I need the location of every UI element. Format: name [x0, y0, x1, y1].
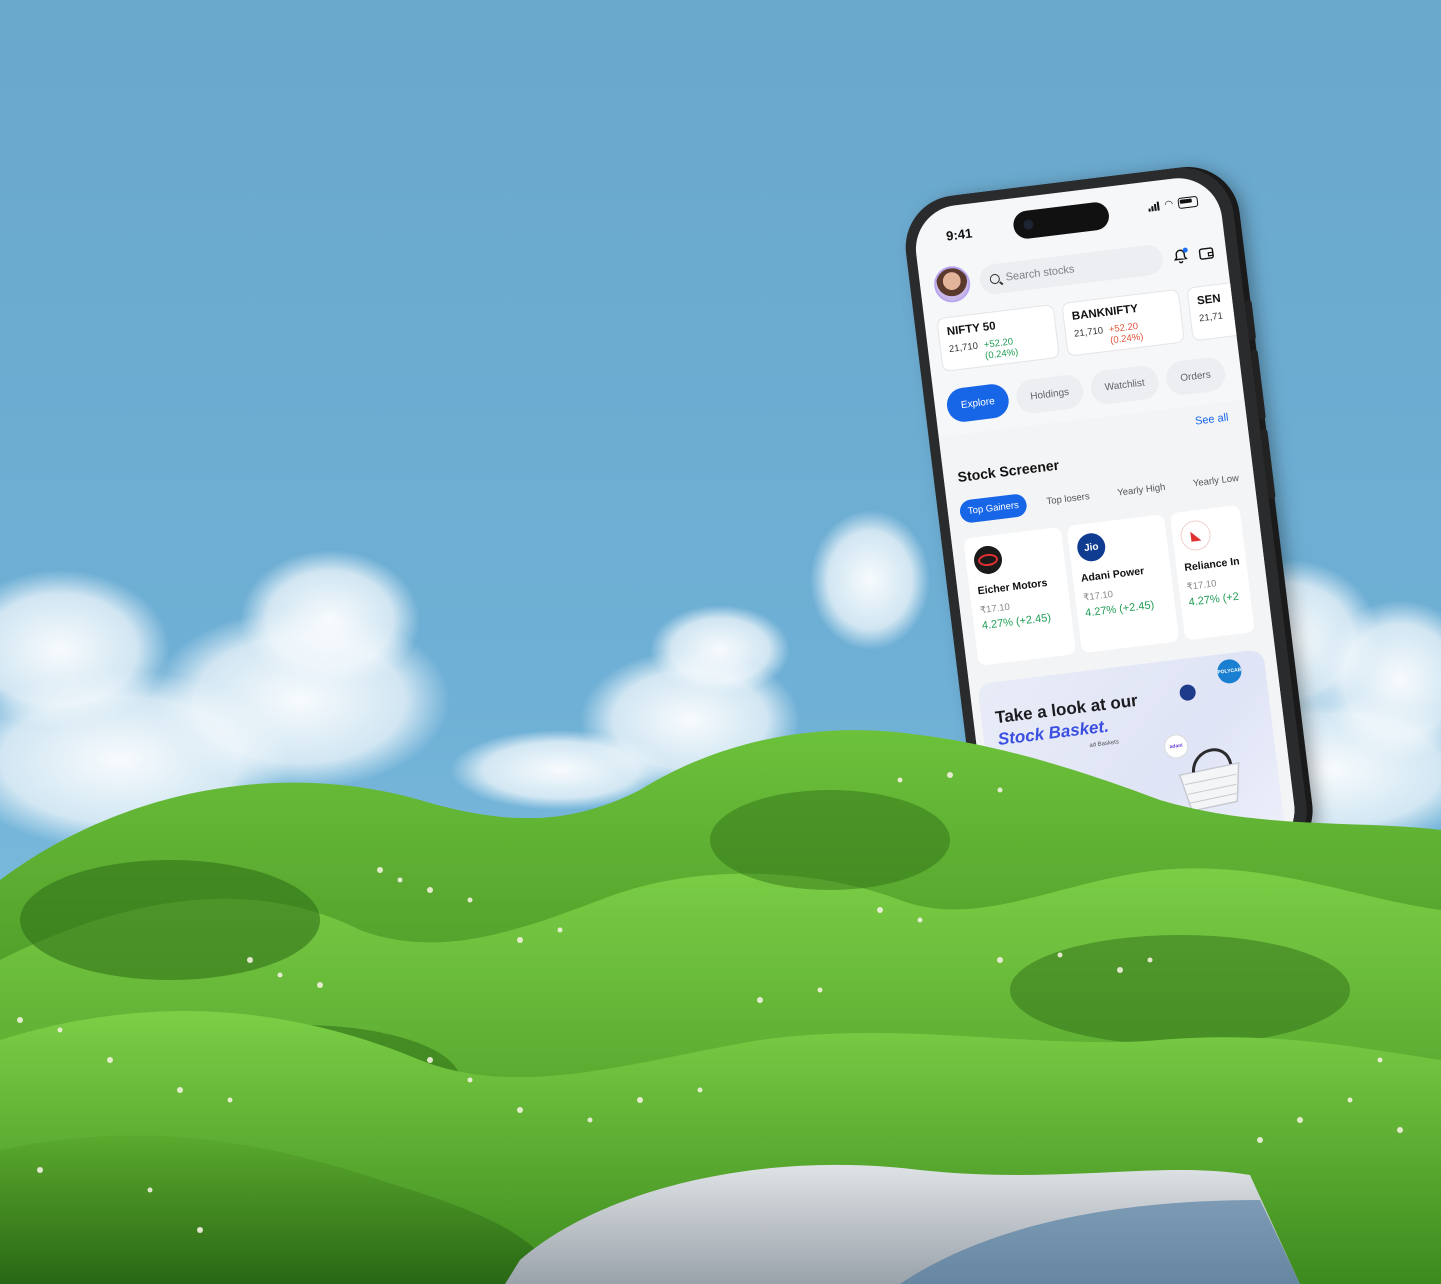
grass-hills: [0, 730, 1441, 1284]
scene: 9:41 ◠ Search stocks NIFTY 50 21,710 +52…: [0, 0, 1441, 1284]
